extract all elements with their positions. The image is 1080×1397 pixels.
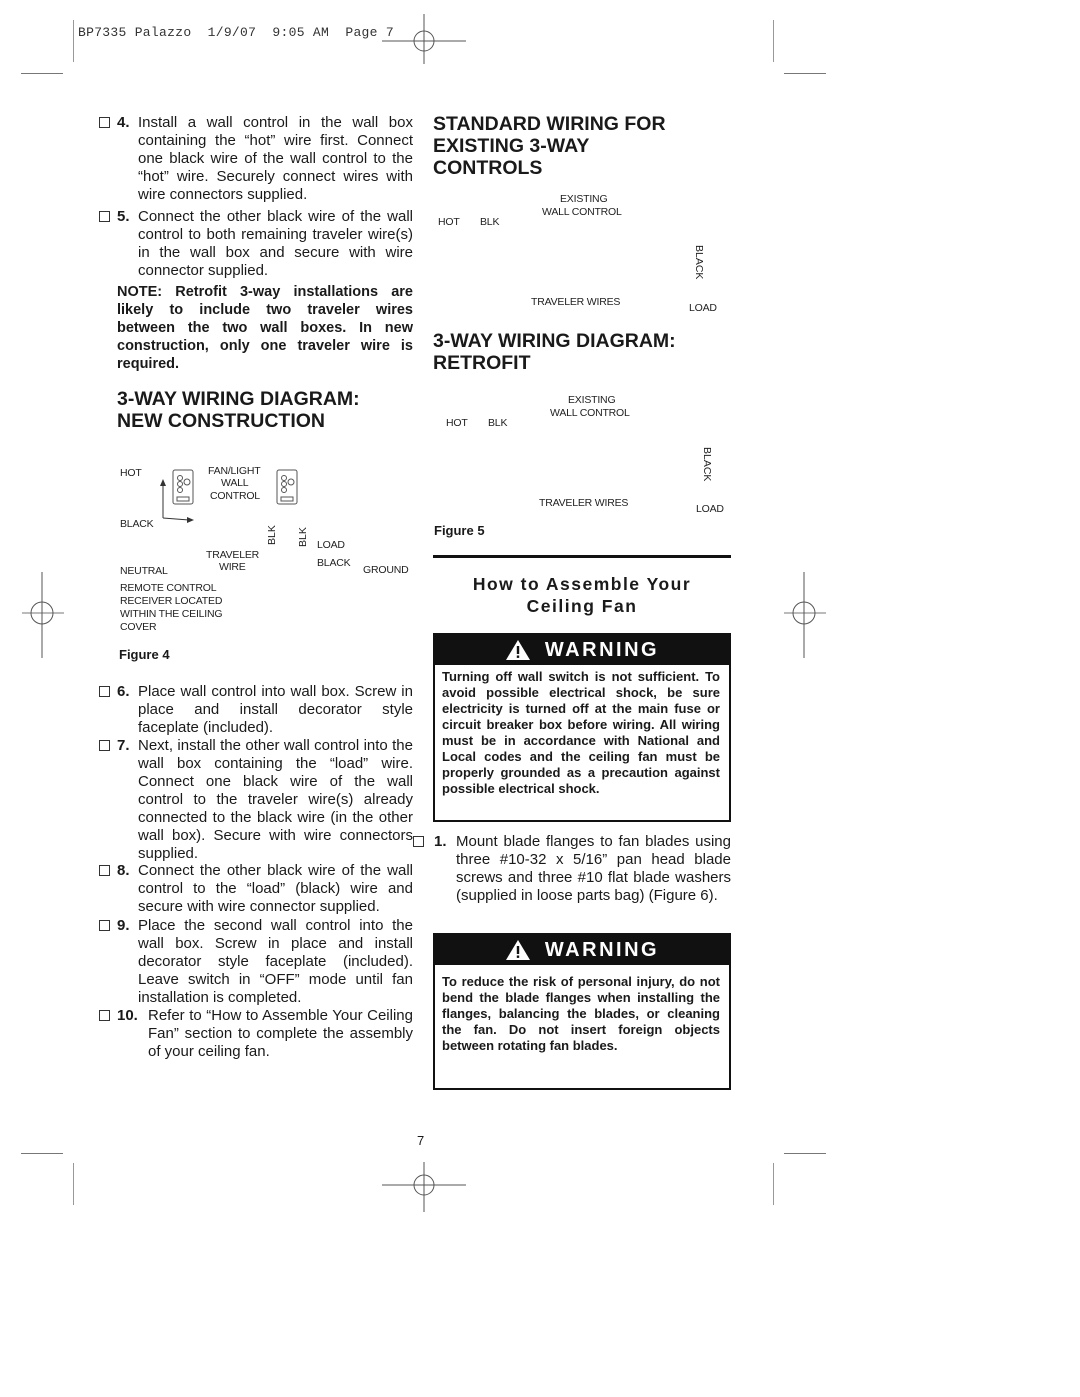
checkbox[interactable] xyxy=(99,740,110,751)
crop-mark xyxy=(784,73,826,74)
crop-mark xyxy=(21,1153,63,1154)
step-number: 9. xyxy=(117,917,130,934)
step-number: 1. xyxy=(434,833,447,850)
checkbox[interactable] xyxy=(99,117,110,128)
step-number: 5. xyxy=(117,208,130,225)
crop-mark xyxy=(73,1163,74,1205)
warning-text: To reduce the risk of personal injury, d… xyxy=(442,974,720,1053)
assemble-step-1: 1. Mount blade flanges to fan blades usi… xyxy=(413,833,731,905)
label-hot: HOT xyxy=(120,467,142,479)
warning-box-electrical: WARNING Turning off wall switch is not s… xyxy=(433,633,731,822)
step-text: Mount blade flanges to fan blades using … xyxy=(456,833,731,904)
label-load: LOAD xyxy=(317,539,345,551)
label-existing: EXISTING xyxy=(568,394,616,406)
label-black-load: BLACK xyxy=(317,557,351,569)
warning-header: WARNING xyxy=(435,935,729,965)
label-load: LOAD xyxy=(689,302,717,314)
checkbox[interactable] xyxy=(99,686,110,697)
warning-header: WARNING xyxy=(435,635,729,665)
figure4-heading: 3-WAY WIRING DIAGRAM: NEW CONSTRUCTION xyxy=(117,388,360,432)
label-receiver: RECEIVER LOCATED xyxy=(120,595,223,607)
warning-triangle-icon xyxy=(505,940,530,960)
step-text: Place the second wall control into the w… xyxy=(138,917,413,1006)
step-text: Install a wall control in the wall box c… xyxy=(138,114,413,203)
crop-mark xyxy=(773,20,774,62)
registration-mark-icon xyxy=(784,572,826,658)
checkbox[interactable] xyxy=(99,1010,110,1021)
figure4-caption: Figure 4 xyxy=(119,647,170,662)
label-existing: EXISTING xyxy=(560,193,608,205)
step-text: Connect the other black wire of the wall… xyxy=(138,862,413,915)
step-10: 10. Refer to “How to Assemble Your Ceili… xyxy=(99,1007,413,1061)
page-number: 7 xyxy=(417,1133,425,1148)
checkbox[interactable] xyxy=(413,836,424,847)
label-black: BLACK xyxy=(120,518,154,530)
label-control: CONTROL xyxy=(210,490,260,502)
label-black: BLACK xyxy=(693,245,705,280)
label-receiver: COVER xyxy=(120,621,157,633)
label-hot: HOT xyxy=(446,417,468,429)
step-text: Refer to “How to Assemble Your Ceiling F… xyxy=(148,1007,413,1060)
step-5: 5. Connect the other black wire of the w… xyxy=(99,208,413,280)
label-receiver: REMOTE CONTROL xyxy=(120,582,217,594)
label-ground: GROUND xyxy=(363,564,409,576)
retrofit-note: NOTE: Retrofit 3-way installations are l… xyxy=(117,284,413,372)
label-wall: WALL xyxy=(221,477,249,489)
section-divider xyxy=(433,555,731,558)
step-8: 8. Connect the other black wire of the w… xyxy=(99,862,413,916)
standard-wiring-heading: STANDARD WIRING FOR EXISTING 3-WAY CONTR… xyxy=(433,113,666,179)
label-load: LOAD xyxy=(696,503,724,515)
registration-mark-icon xyxy=(22,572,64,658)
label-blk: BLK xyxy=(266,525,278,545)
wire-arrow xyxy=(160,479,194,523)
step-number: 7. xyxy=(117,737,130,754)
registration-mark-icon xyxy=(382,1162,466,1212)
label-wall-control: WALL CONTROL xyxy=(542,206,622,218)
checkbox[interactable] xyxy=(99,920,110,931)
label-fan-light: FAN/LIGHT xyxy=(208,465,261,477)
step-9: 9. Place the second wall control into th… xyxy=(99,917,413,1007)
label-traveler-wires: TRAVELER WIRES xyxy=(539,497,629,509)
label-traveler-wires: TRAVELER WIRES xyxy=(531,296,621,308)
label-blk: BLK xyxy=(488,417,508,429)
step-number: 4. xyxy=(117,114,130,131)
checkbox[interactable] xyxy=(99,865,110,876)
print-slug: BP7335 Palazzo 1/9/07 9:05 AM Page 7 xyxy=(78,25,394,40)
figure5-caption: Figure 5 xyxy=(434,523,485,538)
step-text: Place wall control into wall box. Screw … xyxy=(138,683,413,736)
warning-label: WARNING xyxy=(544,938,660,961)
warning-text: Turning off wall switch is not sufficien… xyxy=(442,669,720,796)
assemble-section-title: How to Assemble Your Ceiling Fan xyxy=(472,574,692,616)
crop-mark xyxy=(73,20,74,62)
label-hot: HOT xyxy=(438,216,460,228)
label-black: BLACK xyxy=(701,447,713,482)
retrofit-heading: 3-WAY WIRING DIAGRAM: RETROFIT xyxy=(433,330,676,374)
label-wire: WIRE xyxy=(219,561,246,573)
warning-triangle-icon xyxy=(505,640,530,660)
label-traveler: TRAVELER xyxy=(206,549,260,561)
wall-control-icon xyxy=(276,469,298,505)
checkbox[interactable] xyxy=(99,211,110,222)
step-6: 6. Place wall control into wall box. Scr… xyxy=(99,683,413,737)
crop-mark xyxy=(784,1153,826,1154)
label-receiver: WITHIN THE CEILING xyxy=(120,608,223,620)
step-text: Connect the other black wire of the wall… xyxy=(138,208,413,279)
crop-mark xyxy=(773,1163,774,1205)
step-number: 6. xyxy=(117,683,130,700)
step-text: Next, install the other wall control int… xyxy=(138,737,413,862)
label-neutral: NEUTRAL xyxy=(120,565,168,577)
label-blk: BLK xyxy=(480,216,500,228)
step-7: 7. Next, install the other wall control … xyxy=(99,737,413,863)
step-4: 4. Install a wall control in the wall bo… xyxy=(99,114,413,204)
label-wall-control: WALL CONTROL xyxy=(550,407,630,419)
label-blk: BLK xyxy=(297,527,309,547)
step-number: 10. xyxy=(117,1007,138,1024)
warning-box-injury: WARNING To reduce the risk of personal i… xyxy=(433,933,731,1090)
crop-mark xyxy=(21,73,63,74)
warning-label: WARNING xyxy=(544,638,660,661)
step-number: 8. xyxy=(117,862,130,879)
